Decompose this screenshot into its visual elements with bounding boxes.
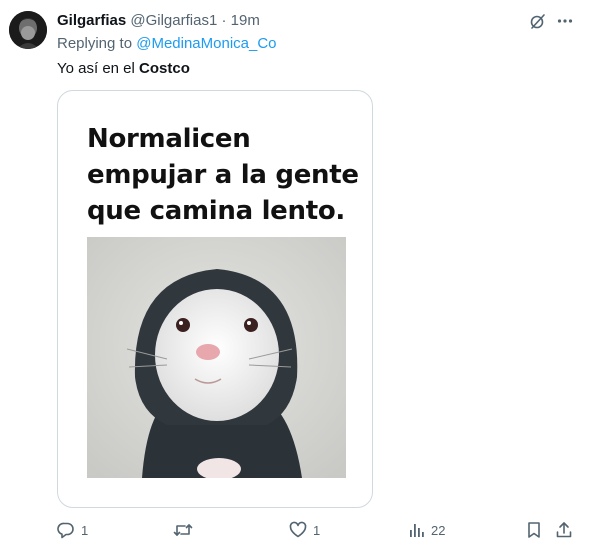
reply-icon (57, 522, 74, 539)
separator-dot: · (221, 12, 227, 29)
tweet-media[interactable]: Normalicen empujar a la gente que camina… (57, 90, 373, 508)
share-icon (556, 522, 572, 538)
reply-count: 1 (81, 522, 89, 538)
meme-caption-line: Normalicen (87, 124, 251, 154)
share-button[interactable] (555, 518, 573, 542)
tweet-actions: 1 1 22 (0, 518, 589, 542)
bookmark-button[interactable] (526, 518, 542, 542)
hamster-in-hoodie-icon (87, 237, 346, 480)
tweet-text-bold: Costco (139, 60, 190, 77)
views-button[interactable]: 22 (409, 518, 445, 542)
retweet-icon (173, 524, 193, 536)
heart-icon (289, 521, 307, 538)
hamster-photo (87, 237, 346, 480)
tweet-text-plain: Yo así en el (57, 60, 140, 77)
avatar-image (9, 11, 47, 49)
bookmark-icon (528, 522, 540, 538)
more-options-icon[interactable] (555, 11, 575, 31)
tweet-text: Yo así en el Costco (57, 60, 190, 77)
avatar[interactable] (9, 11, 47, 49)
meme-caption-line: empujar a la gente (87, 160, 359, 190)
meme-caption-line: que camina lento. (87, 196, 345, 226)
like-button[interactable]: 1 (289, 518, 320, 542)
retweet-button[interactable] (173, 518, 199, 542)
views-count: 22 (431, 522, 446, 538)
like-count: 1 (313, 522, 321, 538)
replying-to: Replying to @MedinaMonica_Co (57, 35, 277, 52)
meme-caption: Normalicen empujar a la gente que camina… (87, 121, 367, 229)
author-display-name[interactable]: Gilgarfias (57, 12, 126, 29)
replying-to-label: Replying to (57, 35, 133, 52)
replying-to-handle[interactable]: @MedinaMonica_Co (136, 35, 276, 52)
reply-button[interactable]: 1 (57, 518, 88, 542)
tweet-timestamp[interactable]: 19m (231, 12, 260, 29)
tweet-header: Gilgarfias @Gilgarfias1 · 19m (57, 12, 260, 30)
grok-icon[interactable] (528, 11, 548, 31)
author-handle[interactable]: @Gilgarfias1 (130, 12, 217, 29)
views-icon (410, 524, 424, 537)
